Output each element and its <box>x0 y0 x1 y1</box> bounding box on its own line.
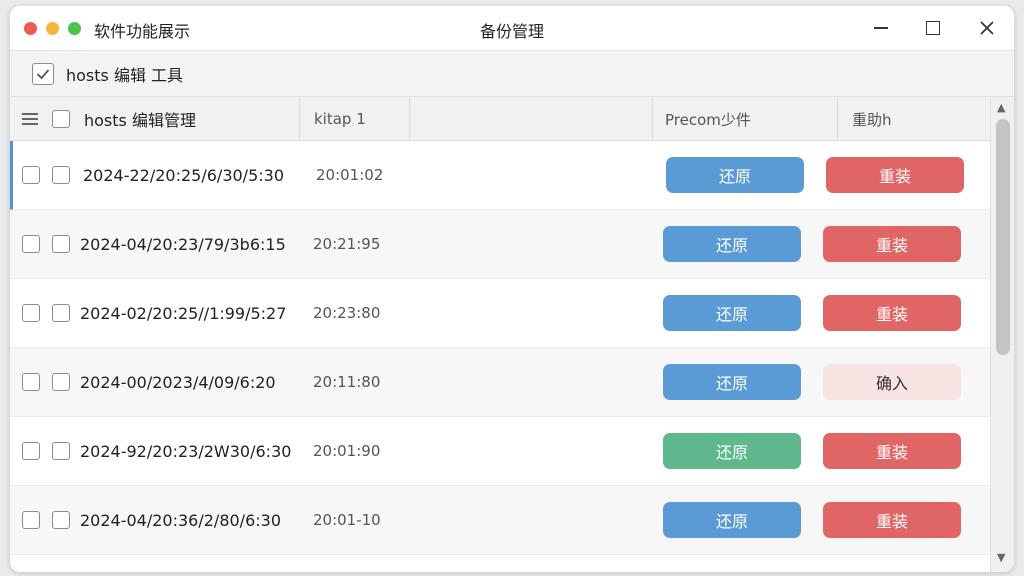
row-checkbox-a[interactable] <box>22 304 40 322</box>
restore-button[interactable]: 还原 <box>663 502 801 538</box>
column-name[interactable]: hosts 编辑管理 <box>10 97 300 141</box>
backup-table: hosts 编辑管理 kitap 1 Precom少件 重助h 2024-22/… <box>10 97 1014 572</box>
toolbar: hosts 编辑 工具 <box>10 51 1014 97</box>
maximize-icon <box>926 21 940 35</box>
minimize-icon <box>874 27 888 29</box>
app-window: 软件功能展示 备份管理 hosts 编辑 工具 hosts 编辑管理 kitap… <box>10 6 1014 572</box>
column-action-label: 重助h <box>852 110 892 129</box>
table-row[interactable]: 2024-22/20:25/6/30/5:30 20:01:02 还原 重装 <box>10 141 990 210</box>
column-name-label: hosts 编辑管理 <box>84 111 196 130</box>
confirm-button[interactable]: 确入 <box>823 364 961 400</box>
row-checkbox-a[interactable] <box>22 235 40 253</box>
row-checkbox-b[interactable] <box>52 304 70 322</box>
row-checkbox-a[interactable] <box>22 511 40 529</box>
table-row[interactable]: 2024-04/20:36/2/80/6:30 20:01-10 还原 重装 <box>10 486 990 555</box>
backup-time: 20:01:02 <box>316 166 384 184</box>
backup-time: 20:21:95 <box>313 235 381 253</box>
table-body: 2024-22/20:25/6/30/5:30 20:01:02 还原 重装 2… <box>10 141 990 555</box>
menu-icon[interactable] <box>22 113 38 125</box>
restore-button[interactable]: 还原 <box>666 157 804 193</box>
close-icon <box>980 21 994 35</box>
restore-button[interactable]: 还原 <box>663 295 801 331</box>
window-title: 备份管理 <box>479 22 544 41</box>
backup-date: 2024-00/2023/4/09/6:20 <box>80 372 276 392</box>
reinstall-button[interactable]: 重装 <box>823 502 961 538</box>
row-checkbox-a[interactable] <box>22 373 40 391</box>
table-row[interactable]: 2024-04/20:23/79/3b6:15 20:21:95 还原 重装 <box>10 210 990 279</box>
backup-time: 20:01:90 <box>313 442 381 460</box>
table-row[interactable]: 2024-92/20:23/2W30/6:30 20:01:90 还原 重装 <box>10 417 990 486</box>
row-checkbox-b[interactable] <box>52 442 70 460</box>
row-checkbox-b[interactable] <box>52 511 70 529</box>
backup-date: 2024-02/20:25//1:99/5:27 <box>80 303 287 323</box>
vertical-scrollbar[interactable]: ▲ ▼ <box>990 97 1014 572</box>
backup-date: 2024-04/20:36/2/80/6:30 <box>80 510 281 530</box>
restore-button[interactable]: 还原 <box>663 226 801 262</box>
toolbar-checkbox[interactable] <box>32 62 54 85</box>
backup-time: 20:11:80 <box>313 373 381 391</box>
reinstall-button[interactable]: 重装 <box>823 295 961 331</box>
minimize-button[interactable] <box>866 14 896 42</box>
title-bar: 软件功能展示 备份管理 <box>10 6 1014 51</box>
reinstall-button[interactable]: 重装 <box>823 226 961 262</box>
close-button[interactable] <box>972 14 1002 42</box>
checkmark-icon <box>36 68 50 79</box>
column-time[interactable]: kitap 1 <box>300 97 410 141</box>
table-row[interactable]: 2024-02/20:25//1:99/5:27 20:23:80 还原 重装 <box>10 279 990 348</box>
scroll-up-arrow-icon[interactable]: ▲ <box>997 101 1005 114</box>
backup-date: 2024-92/20:23/2W30/6:30 <box>80 441 292 461</box>
row-checkbox-a[interactable] <box>22 166 40 184</box>
column-blank <box>410 97 653 141</box>
row-checkbox-b[interactable] <box>52 373 70 391</box>
column-restore-label: Precom少件 <box>665 110 751 129</box>
scroll-down-arrow-icon[interactable]: ▼ <box>997 551 1005 564</box>
column-time-label: kitap 1 <box>314 110 366 128</box>
backup-date: 2024-04/20:23/79/3b6:15 <box>80 234 286 254</box>
backup-time: 20:01-10 <box>313 511 381 529</box>
row-checkbox-b[interactable] <box>52 235 70 253</box>
select-all-checkbox[interactable] <box>52 110 70 128</box>
backup-time: 20:23:80 <box>313 304 381 322</box>
restore-button[interactable]: 还原 <box>663 433 801 469</box>
restore-button[interactable]: 还原 <box>663 364 801 400</box>
toolbar-label: hosts 编辑 工具 <box>66 65 184 85</box>
backup-date: 2024-22/20:25/6/30/5:30 <box>83 165 284 185</box>
reinstall-button[interactable]: 重装 <box>826 157 964 193</box>
row-checkbox-a[interactable] <box>22 442 40 460</box>
column-restore[interactable]: Precom少件 <box>653 97 838 141</box>
maximize-button[interactable] <box>918 14 948 42</box>
table-header: hosts 编辑管理 kitap 1 Precom少件 重助h <box>10 97 990 141</box>
table-row[interactable]: 2024-00/2023/4/09/6:20 20:11:80 还原 确入 <box>10 348 990 417</box>
reinstall-button[interactable]: 重装 <box>823 433 961 469</box>
column-action[interactable]: 重助h <box>838 97 990 141</box>
row-checkbox-b[interactable] <box>52 166 70 184</box>
scrollbar-thumb[interactable] <box>996 119 1010 355</box>
